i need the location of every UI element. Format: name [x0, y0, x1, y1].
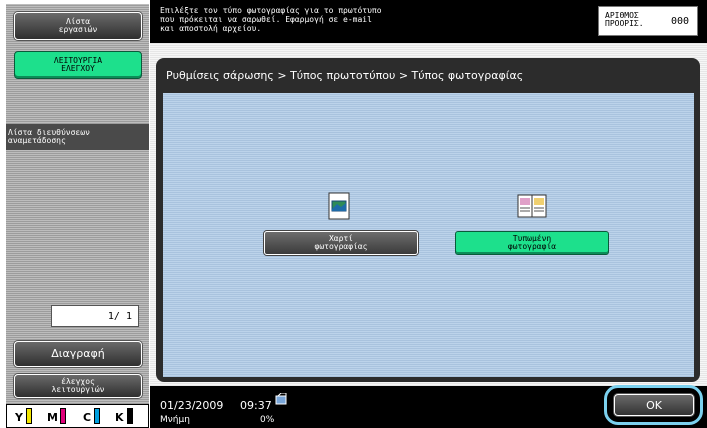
destination-count-label: ΑΡΙΘΜΟΣ ΠΡΟΟΡΙΣ.: [605, 11, 644, 28]
ok-button[interactable]: OK: [614, 394, 694, 416]
toner-m-indicator: [60, 408, 66, 424]
toner-y-label: Y: [15, 411, 23, 424]
memory-value: 0%: [260, 415, 275, 425]
sidebar: Λίστα εργασιών ΛΕΙΤΟΥΡΓΙΑ ΕΛΕΓΧΟΥ Λίστα …: [6, 4, 149, 428]
photo-paper-icon: [328, 192, 350, 220]
date-display: 01/23/2009: [160, 399, 224, 412]
toner-k-label: K: [115, 411, 124, 424]
toner-y-indicator: [26, 408, 32, 424]
destination-count-box: ΑΡΙΘΜΟΣ ΠΡΟΟΡΙΣ. 000: [598, 6, 698, 36]
toner-k-indicator: [127, 408, 133, 424]
address-list-label: Λίστα διευθύνσεων αναμετάδοσης: [8, 128, 90, 145]
photo-paper-button[interactable]: Χαρτί φωτογραφίας: [264, 231, 418, 255]
printed-photo-icon: [517, 194, 547, 218]
content-area: [163, 93, 694, 377]
function-check-button[interactable]: ΛΕΙΤΟΥΡΓΙΑ ΕΛΕΓΧΟΥ: [14, 51, 142, 79]
check-function-button[interactable]: έλεγχος λειτουργιών: [14, 374, 142, 398]
toner-m-label: M: [47, 411, 58, 424]
toner-c-indicator: [94, 408, 100, 424]
breadcrumb: Ρυθμίσεις σάρωσης > Τύπος πρωτοτύπου > Τ…: [166, 69, 524, 82]
toner-c-label: C: [83, 411, 92, 424]
memory-label: Μνήμη: [160, 415, 190, 425]
page-counter: 1/ 1: [51, 305, 139, 327]
toner-levels: Y M C K: [6, 404, 149, 428]
job-list-button[interactable]: Λίστα εργασιών: [14, 12, 142, 40]
destination-count-value: 000: [671, 16, 690, 27]
network-status-icon: [275, 393, 287, 405]
printed-photo-button[interactable]: Τυπωμένη φωτογραφία: [455, 231, 609, 255]
message-bar: Επιλέξτε τον τύπο φωτογραφίας για το πρω…: [150, 0, 707, 43]
time-display: 09:37: [240, 399, 272, 412]
delete-button[interactable]: Διαγραφή: [14, 341, 142, 367]
screen: Λίστα εργασιών ΛΕΙΤΟΥΡΓΙΑ ΕΛΕΓΧΟΥ Λίστα …: [0, 0, 707, 428]
instruction-message: Επιλέξτε τον τύπο φωτογραφίας για το πρω…: [160, 6, 382, 33]
